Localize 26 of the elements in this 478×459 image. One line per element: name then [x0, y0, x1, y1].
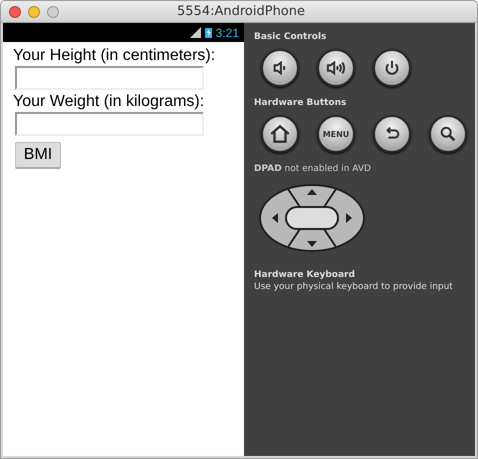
field-label: Your Height (in centimeters):	[13, 46, 216, 66]
home-icon	[269, 123, 291, 145]
battery-icon	[204, 27, 212, 38]
back-button[interactable]	[373, 115, 411, 153]
volume-up-icon	[325, 59, 347, 77]
search-icon	[439, 125, 457, 143]
close-button[interactable]	[9, 6, 21, 18]
field-label: Your Weight (in kilograms):	[13, 92, 206, 112]
hint-text: Use your physical keyboard to provide input	[254, 281, 454, 293]
power-button[interactable]	[373, 49, 411, 87]
input-field[interactable]	[15, 66, 204, 90]
bmi-button[interactable]: BMI	[15, 142, 61, 169]
section-title: DPAD not enabled in AVD	[254, 163, 372, 175]
input-field[interactable]	[15, 112, 204, 136]
power-icon	[383, 59, 401, 77]
menu-button[interactable]: MENU	[317, 115, 355, 153]
clock: 3:21	[216, 26, 239, 40]
signal-icon	[188, 27, 201, 38]
section-title: Hardware Buttons	[254, 97, 348, 109]
home-button[interactable]	[261, 115, 299, 153]
search-button[interactable]	[429, 115, 467, 153]
volume-up-button[interactable]	[317, 49, 355, 87]
volume-down-button[interactable]	[261, 49, 299, 87]
section-title: Basic Controls	[254, 31, 328, 43]
window-title: 5554:AndroidPhone	[177, 4, 305, 19]
section-title: Hardware Keyboard	[254, 269, 356, 281]
